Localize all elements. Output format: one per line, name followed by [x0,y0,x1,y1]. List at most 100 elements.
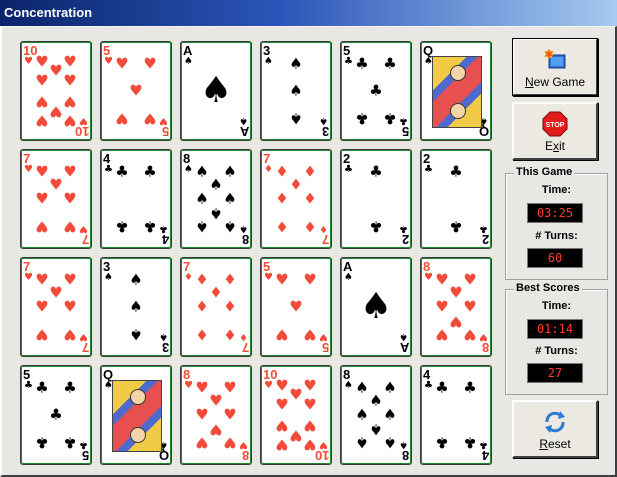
card-1-4[interactable]: 3 ♠ 3 ♠ ♠ ♠ ♠ [260,41,332,141]
card-pip: ♥ [35,71,49,90]
card-rank-bottom: 7 [81,232,89,247]
card-pip: ♥ [195,405,209,424]
card-suit-bottom: ♣ [159,223,168,234]
card-rank-bottom: 5 [401,124,409,139]
card-pip: ♦ [303,162,317,181]
card-pip: ♥ [449,283,463,302]
card-pip: ♥ [129,81,143,100]
card-2-4[interactable]: 7 ♦ 7 ♦ ♦ ♦ ♦ ♦ ♦ ♦ ♦ [260,149,332,249]
card-pip: ♠ [383,378,397,397]
card-suit-bottom: ♣ [399,115,408,126]
card-suit-bottom: ♠ [399,331,408,342]
card-1-6[interactable]: Q ♠ Q ♠ [420,41,492,141]
card-pip: ♥ [63,217,77,236]
card-pip: ♥ [63,297,77,316]
card-pip: ♠ [129,297,143,316]
card-4-2[interactable]: Q ♠ Q ♠ [100,365,172,465]
this-game-turns-label: # Turns: [535,230,578,242]
card-pip: ♣ [115,162,129,181]
card-pip: ♠ [355,405,369,424]
card-pip: ♥ [35,217,49,236]
card-2-1[interactable]: 7 ♥ 7 ♥ ♥ ♥ ♥ ♥ ♥ ♥ ♥ [20,149,92,249]
card-suit-bottom: ♦ [319,223,328,234]
card-rank-bottom: 7 [241,340,249,355]
card-1-1[interactable]: 10 ♥ 10 ♥ ♥ ♥ ♥ ♥ ♥ ♥ ♥ ♥ ♥ ♥ [20,41,92,141]
card-pip: ♣ [435,378,449,397]
card-4-6[interactable]: 4 ♣ 4 ♣ ♣ ♣ ♣ ♣ [420,365,492,465]
card-pip: ♥ [303,376,317,395]
card-suit-top: ♥ [264,272,273,283]
card-rank-bottom: 4 [481,448,489,463]
card-rank-bottom: 8 [241,448,249,463]
window-titlebar[interactable]: Concentration [0,0,617,26]
refresh-icon [545,411,565,433]
card-1-5[interactable]: 5 ♣ 5 ♣ ♣ ♣ ♣ ♣ ♣ [340,41,412,141]
card-pip: ♦ [195,270,209,289]
card-suit-top: ♠ [184,56,193,67]
card-pip: ♦ [289,175,303,194]
card-suit-top: ♠ [184,164,193,175]
card-3-5[interactable]: A ♠ A ♠ ♠ [340,257,412,357]
card-2-6[interactable]: 2 ♣ 2 ♣ ♣ ♣ [420,149,492,249]
card-pip: ♦ [223,325,237,344]
card-pip: ♣ [63,378,77,397]
reset-label: Reset [539,437,571,451]
card-pip: ♥ [195,433,209,452]
card-pip: ♥ [63,52,77,71]
card-pip: ♥ [275,395,289,414]
card-pip: ♥ [49,102,63,121]
card-suit-bottom: ♥ [479,331,488,342]
card-pip: ♥ [435,270,449,289]
new-game-button[interactable]: New Game [512,38,598,96]
card-4-3[interactable]: 8 ♥ 8 ♥ ♥ ♥ ♥ ♥ ♥ ♥ ♥ ♥ [180,365,252,465]
card-pip: ♦ [275,217,289,236]
card-2-3[interactable]: 8 ♠ 8 ♠ ♠ ♠ ♠ ♠ ♠ ♠ ♠ ♠ [180,149,252,249]
card-3-6[interactable]: 8 ♥ 8 ♥ ♥ ♥ ♥ ♥ ♥ ♥ ♥ ♥ [420,257,492,357]
card-pip: ♠ [289,54,303,73]
card-pip: ♥ [303,435,317,454]
card-rank-bottom: A [239,124,249,139]
card-pip: ♣ [355,54,369,73]
card-3-4[interactable]: 5 ♥ 5 ♥ ♥ ♥ ♥ ♥ ♥ [260,257,332,357]
card-rank-bottom: 7 [81,340,89,355]
card-pip: ♥ [209,391,223,410]
card-pip: ♣ [369,162,383,181]
exit-button[interactable]: STOP Exit [512,102,598,160]
card-suit-bottom: ♦ [239,331,248,342]
card-pip: ♥ [223,378,237,397]
card-pip: ♥ [289,426,303,445]
card-pip: ♥ [35,52,49,71]
card-2-5[interactable]: 2 ♣ 2 ♣ ♣ ♣ [340,149,412,249]
card-ace-pip: ♠ [359,286,393,327]
card-1-3[interactable]: A ♠ A ♠ ♠ [180,41,252,141]
card-suit-top: ♥ [24,56,33,67]
card-suit-bottom: ♥ [319,331,328,342]
card-suit-bottom: ♥ [159,115,168,126]
best-time-label: Time: [541,300,572,312]
card-2-2[interactable]: 4 ♣ 4 ♣ ♣ ♣ ♣ ♣ [100,149,172,249]
card-pip: ♥ [143,54,157,73]
card-pip: ♥ [35,111,49,130]
card-pip: ♥ [275,416,289,435]
reset-button[interactable]: Reset [512,400,598,458]
card-pip: ♥ [303,270,317,289]
card-pip: ♥ [435,325,449,344]
card-3-1[interactable]: 7 ♥ 7 ♥ ♥ ♥ ♥ ♥ ♥ ♥ ♥ [20,257,92,357]
stop-sign-text: STOP [546,122,565,129]
card-suit-top: ♠ [104,272,113,283]
card-1-2[interactable]: 5 ♥ 5 ♥ ♥ ♥ ♥ ♥ ♥ [100,41,172,141]
card-4-5[interactable]: 8 ♠ 8 ♠ ♠ ♠ ♠ ♠ ♠ ♠ ♠ ♠ [340,365,412,465]
card-4-1[interactable]: 5 ♣ 5 ♣ ♣ ♣ ♣ ♣ ♣ [20,365,92,465]
card-4-4[interactable]: 10 ♥ 10 ♥ ♥ ♥ ♥ ♥ ♥ ♥ ♥ ♥ ♥ ♥ [260,365,332,465]
card-pip: ♦ [303,217,317,236]
card-pip: ♦ [209,283,223,302]
card-suit-top: ♣ [424,380,433,391]
card-suit-top: ♣ [24,380,33,391]
card-pip: ♥ [303,416,317,435]
card-pip: ♦ [223,270,237,289]
card-suit-top: ♠ [264,56,273,67]
card-pip: ♣ [463,378,477,397]
card-suit-bottom: ♠ [319,115,328,126]
card-3-2[interactable]: 3 ♠ 3 ♠ ♠ ♠ ♠ [100,257,172,357]
card-3-3[interactable]: 7 ♦ 7 ♦ ♦ ♦ ♦ ♦ ♦ ♦ ♦ [180,257,252,357]
